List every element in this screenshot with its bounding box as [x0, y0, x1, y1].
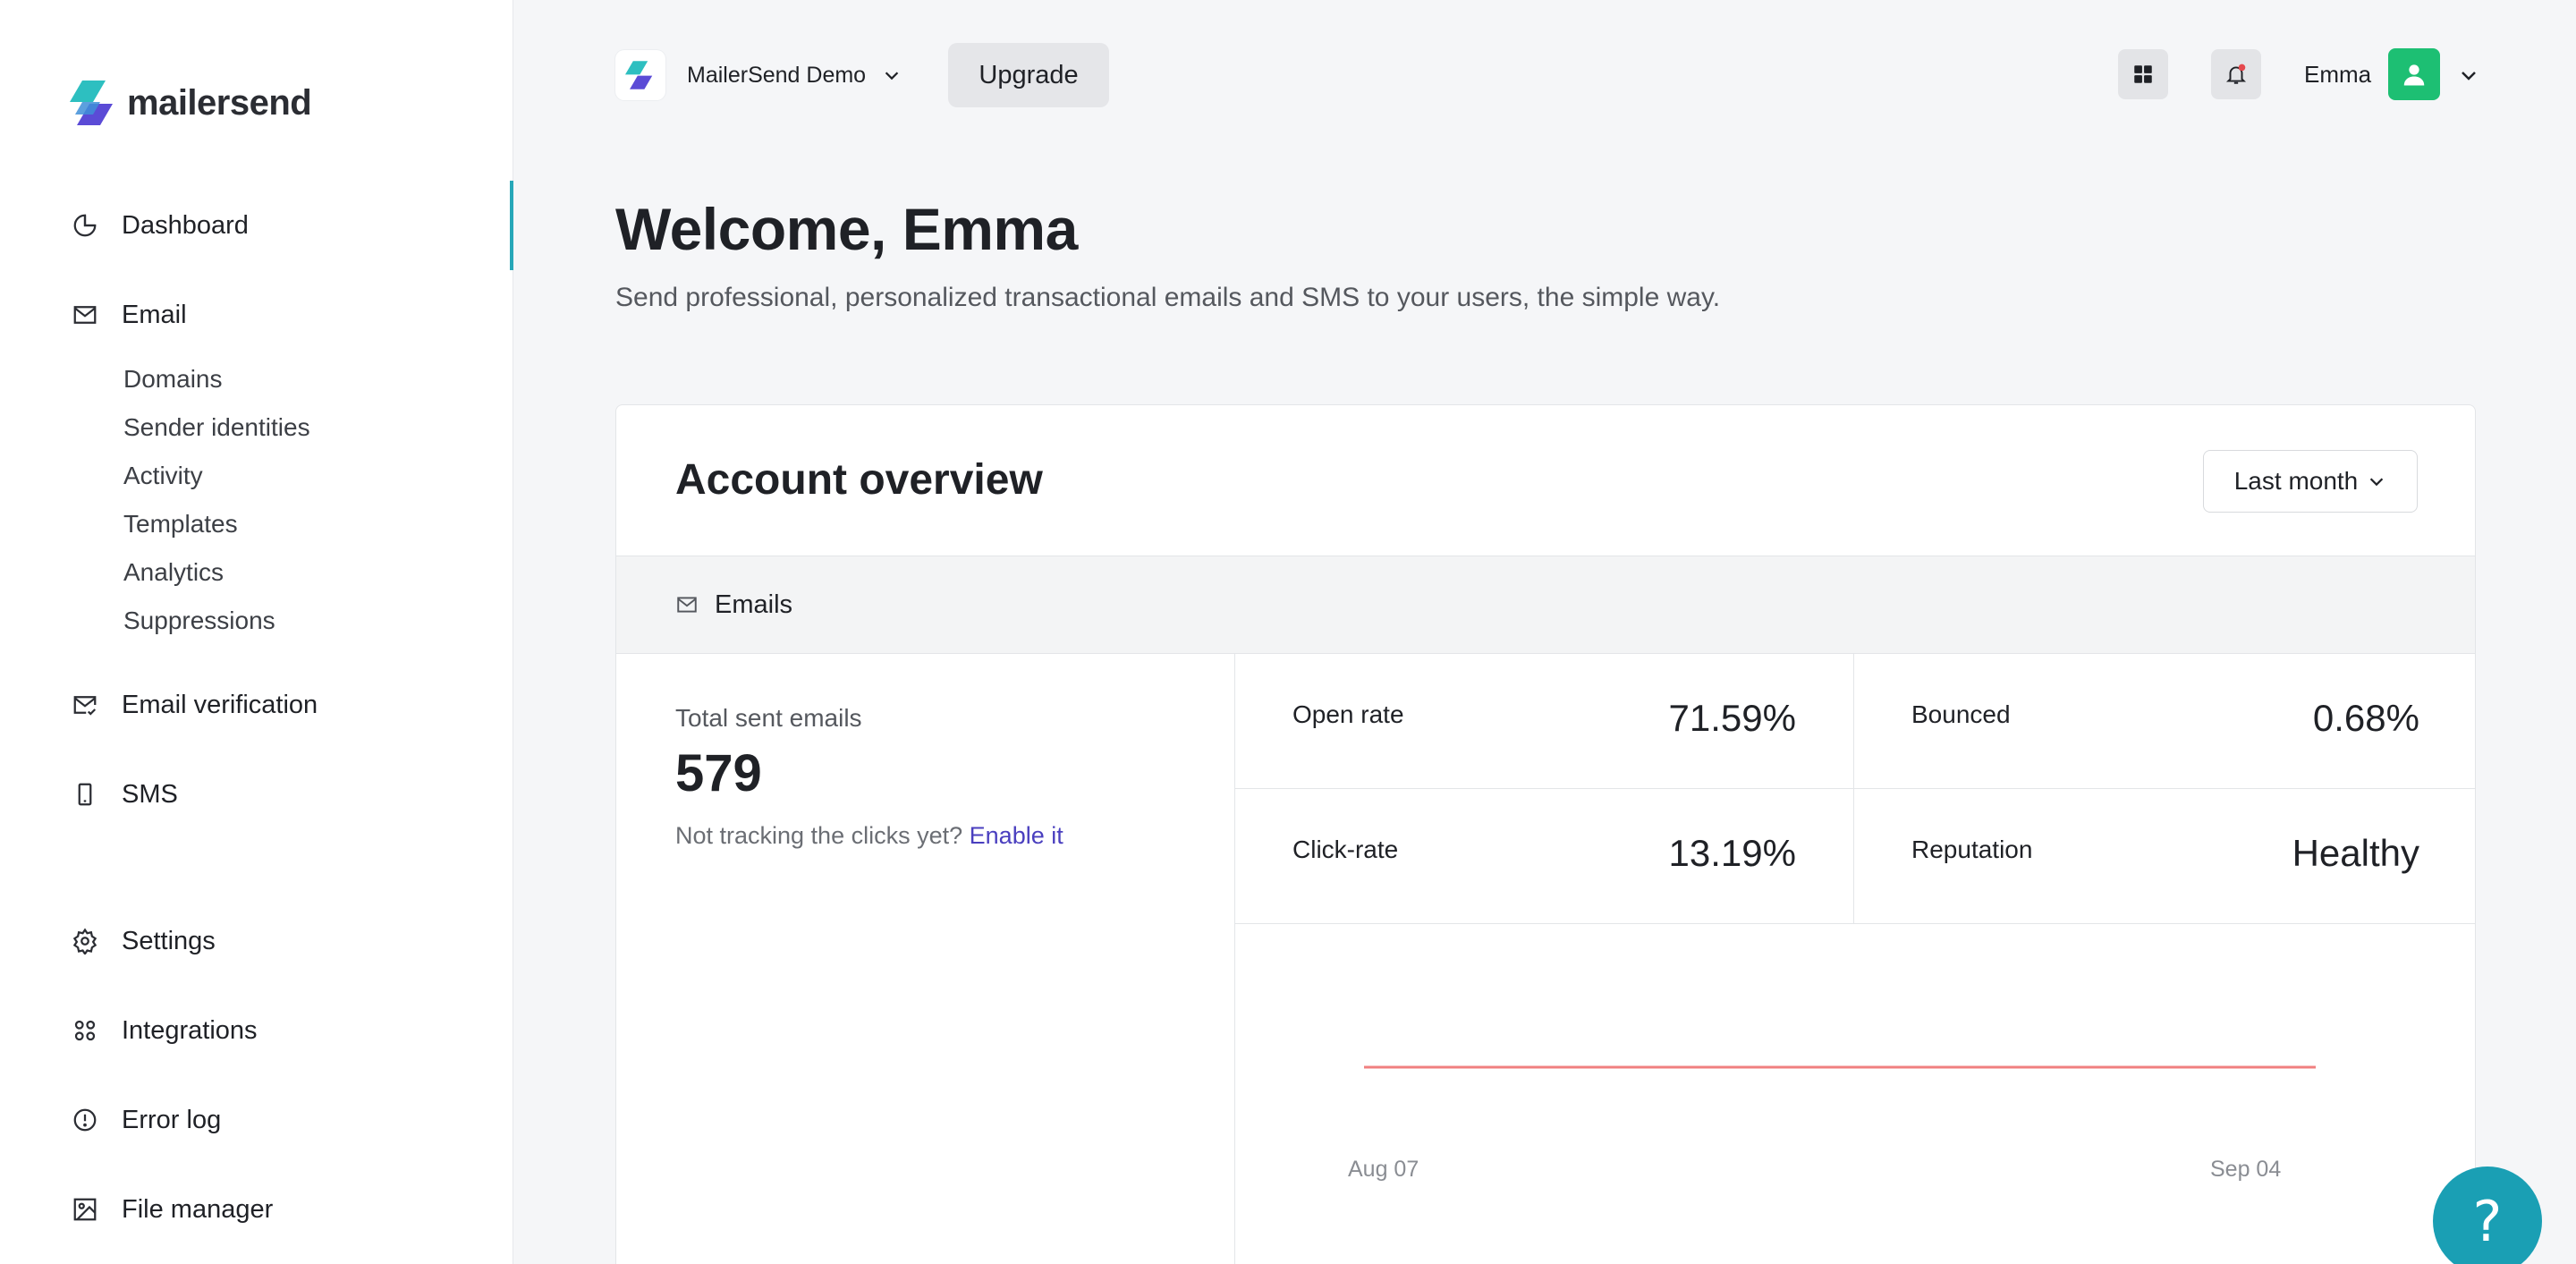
- page-title: Welcome, Emma: [615, 196, 1078, 262]
- sidebar-item-label: Settings: [122, 926, 216, 955]
- page-subtitle: Send professional, personalized transact…: [615, 283, 1721, 312]
- sidebar-item-label: Email verification: [122, 690, 318, 719]
- sidebar: mailersend Dashboard Email Domains Sende…: [0, 0, 513, 1264]
- enable-tracking-link[interactable]: Enable it: [970, 822, 1063, 849]
- account-name: MailerSend Demo: [687, 62, 867, 88]
- bell-icon: [2225, 64, 2247, 84]
- sidebar-subitem-activity[interactable]: Activity: [123, 462, 203, 490]
- envelope-icon: [677, 597, 697, 613]
- stat-click-rate: Click-rate 13.19%: [1235, 789, 1854, 924]
- sidebar-item-label: Error log: [122, 1105, 222, 1134]
- stat-value: 13.19%: [1668, 832, 1796, 874]
- notifications-button[interactable]: [2211, 49, 2261, 99]
- avatar[interactable]: [2388, 48, 2440, 100]
- sidebar-item-label: Dashboard: [122, 210, 249, 240]
- tracking-note: Not tracking the clicks yet? Enable it: [675, 822, 1063, 850]
- help-button[interactable]: ?: [2433, 1166, 2542, 1264]
- sidebar-item-file-manager[interactable]: File manager: [70, 1187, 273, 1232]
- emails-section-header: Emails: [616, 556, 2475, 654]
- upgrade-button[interactable]: Upgrade: [948, 43, 1109, 107]
- chevron-down-icon: [885, 72, 899, 81]
- sidebar-item-error-log[interactable]: Error log: [70, 1098, 221, 1142]
- sidebar-item-email[interactable]: Email: [70, 293, 187, 337]
- envelope-icon: [70, 300, 100, 330]
- x-tick-label: Sep 04: [2210, 1157, 2281, 1182]
- sidebar-subitem-analytics[interactable]: Analytics: [123, 558, 224, 587]
- stat-label: Click-rate: [1292, 836, 1399, 863]
- sidebar-item-integrations[interactable]: Integrations: [70, 1008, 258, 1053]
- sidebar-subitem-domains[interactable]: Domains: [123, 365, 222, 394]
- stat-value: Healthy: [2292, 832, 2419, 874]
- phone-icon: [70, 779, 100, 810]
- emails-chart-svg: Aug 07 Sep 04: [1348, 1065, 2316, 1182]
- tracking-note-text: Not tracking the clicks yet?: [675, 822, 963, 849]
- sidebar-item-settings[interactable]: Settings: [70, 919, 216, 963]
- total-sent-value: 579: [675, 744, 762, 802]
- chevron-down-icon: [2370, 478, 2384, 487]
- sidebar-item-email-verification[interactable]: Email verification: [70, 683, 318, 727]
- card-title: Account overview: [675, 456, 1043, 504]
- sidebar-subitem-templates[interactable]: Templates: [123, 510, 238, 539]
- sidebar-item-label: Integrations: [122, 1015, 258, 1045]
- section-label: Emails: [715, 590, 793, 619]
- sidebar-item-label: SMS: [122, 779, 178, 809]
- stat-value: 71.59%: [1668, 697, 1796, 739]
- mail-check-icon: [70, 690, 100, 720]
- sidebar-item-label: File manager: [122, 1194, 274, 1224]
- sidebar-subitem-suppressions[interactable]: Suppressions: [123, 607, 275, 635]
- account-logo-icon: [615, 50, 665, 100]
- apps-grid-button[interactable]: [2118, 49, 2168, 99]
- sidebar-item-sms[interactable]: SMS: [70, 772, 178, 817]
- total-sent-panel: Total sent emails 579 Not tracking the c…: [616, 654, 1235, 1264]
- alert-circle-icon: [70, 1105, 100, 1135]
- pie-chart-icon: [70, 210, 100, 241]
- sidebar-subitem-sender-identities[interactable]: Sender identities: [123, 413, 310, 442]
- brand-logo[interactable]: mailersend: [70, 79, 312, 127]
- chevron-down-icon[interactable]: [2458, 64, 2479, 86]
- integrations-icon: [70, 1015, 100, 1046]
- user-icon: [2403, 64, 2425, 86]
- stat-label: Reputation: [1911, 836, 2033, 863]
- stat-bounced: Bounced 0.68%: [1854, 654, 2475, 789]
- user-name[interactable]: Emma: [2304, 61, 2371, 89]
- account-switcher[interactable]: MailerSend Demo: [615, 50, 902, 100]
- image-icon: [70, 1194, 100, 1225]
- stat-label: Bounced: [1911, 700, 2011, 728]
- help-icon: ?: [2472, 1188, 2503, 1254]
- account-overview-card: Account overview Last month Emails Total…: [615, 404, 2476, 1264]
- stat-open-rate: Open rate 71.59%: [1235, 654, 1854, 789]
- brand-name: mailersend: [127, 82, 312, 123]
- stat-reputation: Reputation Healthy: [1854, 789, 2475, 924]
- gear-icon: [70, 926, 100, 956]
- stat-value: 0.68%: [2312, 697, 2419, 739]
- sidebar-item-label: Email: [122, 300, 187, 329]
- period-dropdown[interactable]: Last month: [2203, 450, 2418, 513]
- sidebar-item-dashboard[interactable]: Dashboard: [70, 203, 249, 248]
- active-indicator: [510, 181, 513, 270]
- stat-label: Open rate: [1292, 700, 1404, 728]
- grid-icon: [2134, 65, 2152, 83]
- x-tick-label: Aug 07: [1348, 1157, 1419, 1182]
- emails-chart: Aug 07 Sep 04: [1235, 924, 2475, 1264]
- period-label: Last month: [2233, 467, 2359, 495]
- total-sent-label: Total sent emails: [675, 704, 862, 732]
- mailersend-logo-icon: [70, 81, 113, 125]
